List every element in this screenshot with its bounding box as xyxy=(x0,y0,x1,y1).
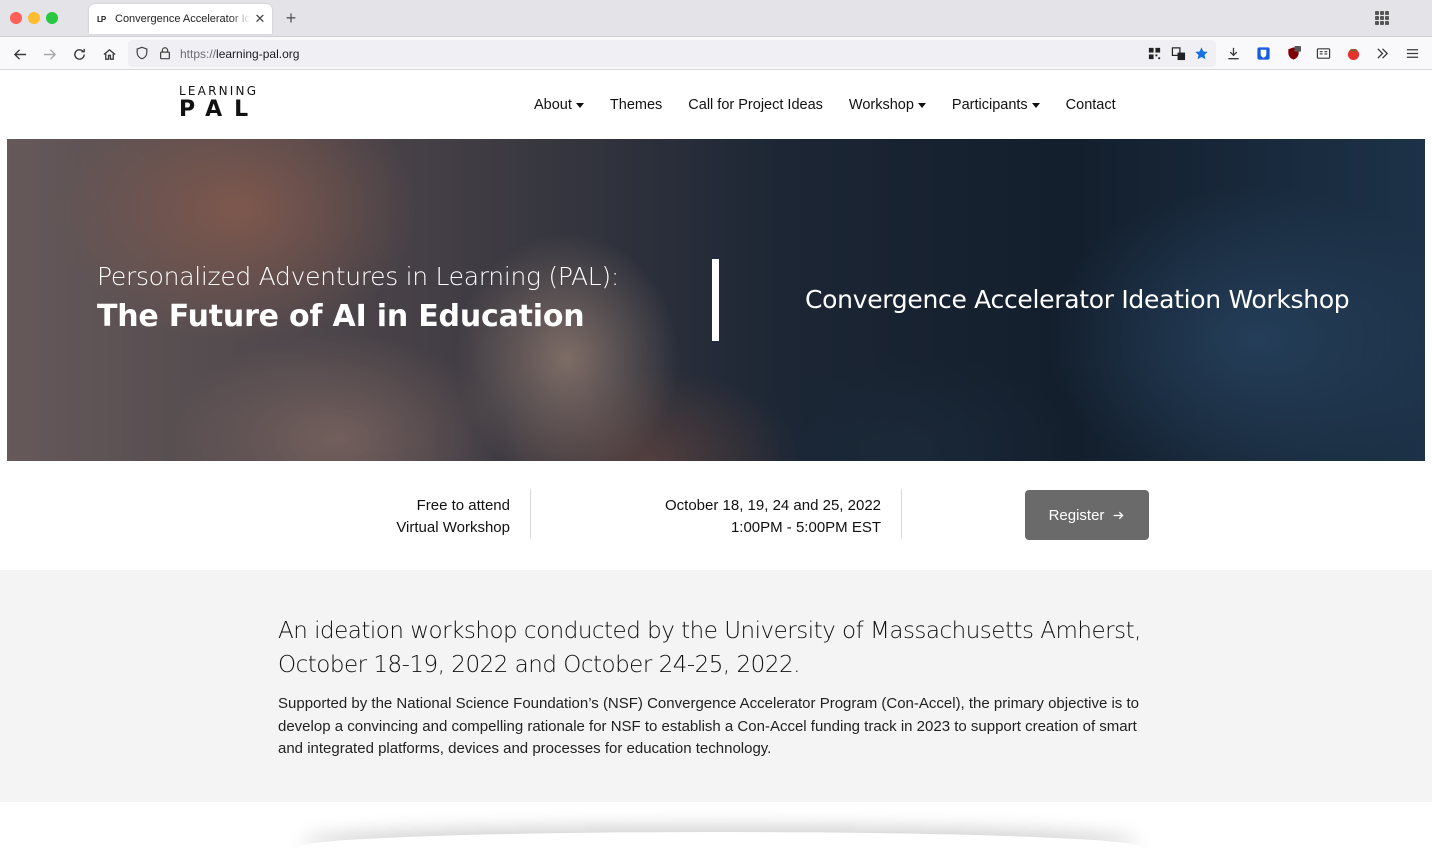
forward-arrow-icon xyxy=(43,48,56,60)
more-extensions-icon[interactable] xyxy=(1374,45,1390,61)
back-button[interactable] xyxy=(9,43,31,65)
register-button[interactable]: Register xyxy=(1025,490,1149,540)
site-logo[interactable]: LEARNING PAL xyxy=(179,84,260,121)
minimize-window-button[interactable] xyxy=(28,12,40,24)
hero-title: The Future of AI in Education xyxy=(97,299,585,334)
reload-button[interactable] xyxy=(68,43,90,65)
browser-tab[interactable]: LP Convergence Accelerator Ideation Work… xyxy=(89,4,272,34)
ublock-extension-icon[interactable] xyxy=(1285,45,1301,61)
translate-extension-icon[interactable] xyxy=(1170,45,1186,61)
url-protocol: https:// xyxy=(180,47,217,61)
lock-icon[interactable] xyxy=(158,46,172,60)
nav-label: Call for Project Ideas xyxy=(688,97,823,113)
tab-title: Convergence Accelerator Ideation Worksho… xyxy=(115,13,250,25)
nav-label: About xyxy=(534,97,572,113)
url-host: learning-pal.org xyxy=(216,47,300,61)
description-lead: An ideation workshop conducted by the Un… xyxy=(278,618,1141,678)
description-body: Supported by the National Science Founda… xyxy=(278,695,1139,757)
event-time: 1:00PM - 5:00PM EST xyxy=(730,519,881,536)
forward-button[interactable] xyxy=(38,43,60,65)
workshop-description: An ideation workshop conducted by the Un… xyxy=(0,570,1432,802)
reader-extension-icon[interactable] xyxy=(1315,45,1331,61)
url-text[interactable]: https://learning-pal.org xyxy=(180,47,299,61)
info-divider xyxy=(530,489,531,539)
bookmark-star-icon[interactable] xyxy=(1193,45,1209,61)
logo-top-text: LEARNING xyxy=(179,84,259,98)
site-header: LEARNING PAL About Themes Call for Proje… xyxy=(0,70,1432,139)
browser-toolbar: https://learning-pal.org xyxy=(0,37,1432,70)
back-arrow-icon xyxy=(13,48,26,60)
tab-close-icon[interactable]: ✕ xyxy=(254,11,266,27)
nav-item-themes[interactable]: Themes xyxy=(610,97,662,113)
nav-label: Contact xyxy=(1065,97,1116,113)
tab-favicon-icon: LP xyxy=(97,14,106,24)
caret-down-icon xyxy=(575,103,584,108)
hero-workshop-title: Convergence Accelerator Ideation Worksho… xyxy=(805,285,1350,314)
shield-icon[interactable] xyxy=(135,46,149,60)
new-tab-button[interactable]: + xyxy=(284,8,298,28)
bitwarden-extension-icon[interactable] xyxy=(1255,45,1271,61)
logo-bottom-text: PAL xyxy=(179,97,261,122)
browser-titlebar: LP Convergence Accelerator Ideation Work… xyxy=(0,0,1432,37)
nav-item-call-for-project-ideas[interactable]: Call for Project Ideas xyxy=(688,97,823,113)
event-dates: October 18, 19, 24 and 25, 2022 xyxy=(665,497,881,514)
event-info: Free to attend Virtual Workshop October … xyxy=(0,461,1432,570)
nav-item-participants[interactable]: Participants xyxy=(952,97,1040,113)
register-label: Register xyxy=(1048,506,1105,524)
nav-label: Themes xyxy=(609,97,663,113)
hero-subtitle: Personalized Adventures in Learning (PAL… xyxy=(97,262,620,291)
nav-item-workshop[interactable]: Workshop xyxy=(849,97,926,113)
home-icon xyxy=(102,48,116,60)
nav-item-contact[interactable]: Contact xyxy=(1066,97,1116,113)
caret-down-icon xyxy=(1031,103,1040,108)
info-divider xyxy=(901,489,902,539)
hero-divider xyxy=(712,259,719,341)
event-format: Virtual Workshop xyxy=(396,519,510,536)
nav-item-about[interactable]: About xyxy=(534,97,584,113)
downloads-icon[interactable] xyxy=(1225,45,1241,61)
reload-icon xyxy=(73,48,85,60)
apps-grid-icon[interactable] xyxy=(1375,11,1389,25)
nav-label: Workshop xyxy=(848,97,914,113)
event-cost: Free to attend xyxy=(416,497,510,514)
home-button[interactable] xyxy=(98,43,120,65)
hamburger-menu-icon[interactable] xyxy=(1404,45,1420,61)
main-navigation: About Themes Call for Project Ideas Work… xyxy=(534,97,1142,113)
url-bar[interactable]: https://learning-pal.org xyxy=(128,40,1216,67)
event-cost-format: Free to attend Virtual Workshop xyxy=(396,495,510,539)
arrow-right-icon xyxy=(1114,511,1124,519)
maximize-window-button[interactable] xyxy=(46,12,58,24)
event-schedule: October 18, 19, 24 and 25, 2022 1:00PM -… xyxy=(665,495,881,539)
nav-label: Participants xyxy=(951,97,1028,113)
qr-extension-icon[interactable] xyxy=(1146,45,1162,61)
caret-down-icon xyxy=(917,103,926,108)
tomato-extension-icon[interactable] xyxy=(1345,45,1361,61)
hero-banner: Personalized Adventures in Learning (PAL… xyxy=(7,139,1425,461)
next-section-card-edge xyxy=(300,832,1140,848)
close-window-button[interactable] xyxy=(10,12,22,24)
